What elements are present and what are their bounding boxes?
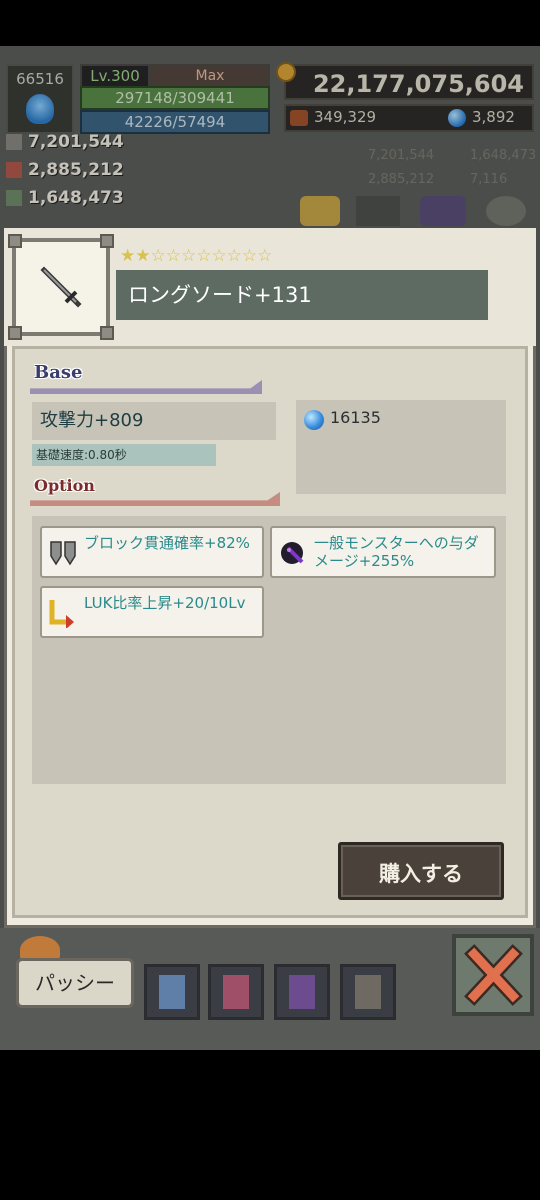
luk-arrow-icon xyxy=(48,598,78,629)
close-button[interactable] xyxy=(452,934,534,1016)
option-text: ブロック貫通確率+82% xyxy=(84,534,250,552)
item-name: ロングソード+131 xyxy=(116,270,488,320)
option-item[interactable]: ブロック貫通確率+82% xyxy=(40,526,264,578)
close-icon xyxy=(464,944,523,1006)
option-text: LUK比率上昇+20/10Lv xyxy=(84,594,246,612)
frame-corner xyxy=(100,326,114,340)
passy-button[interactable]: パッシー xyxy=(16,958,134,1008)
armor-card-icon xyxy=(355,975,381,1009)
option-section-label: Option xyxy=(34,476,95,495)
frame-corner xyxy=(8,326,22,340)
price-box xyxy=(296,400,506,494)
buy-button[interactable]: 購入する xyxy=(338,842,504,900)
star-rating: ★★☆☆☆☆☆☆☆☆ xyxy=(120,246,273,266)
option-item[interactable]: 一般モンスターへの与ダメージ+255% xyxy=(270,526,496,578)
gem-icon xyxy=(304,410,324,430)
frame-corner xyxy=(8,234,22,248)
item-icon-frame xyxy=(8,234,114,340)
shield-pierce-icon xyxy=(48,538,78,568)
skill-slot[interactable] xyxy=(144,964,200,1020)
heart-card-icon xyxy=(223,975,249,1009)
option-text: 一般モンスターへの与ダメージ+255% xyxy=(314,534,479,570)
status-bar xyxy=(0,0,540,46)
price-value: 16135 xyxy=(330,408,381,427)
skill-slot[interactable] xyxy=(208,964,264,1020)
skill-slot[interactable] xyxy=(274,964,330,1020)
attack-stat: 攻撃力+809 xyxy=(32,402,276,440)
base-section-label: Base xyxy=(34,362,83,383)
dark-monster-icon xyxy=(278,538,308,568)
sword-icon xyxy=(40,266,82,308)
navigation-area xyxy=(0,1050,540,1200)
skill-slot[interactable] xyxy=(340,964,396,1020)
magic-card-icon xyxy=(289,975,315,1009)
option-item[interactable]: LUK比率上昇+20/10Lv xyxy=(40,586,264,638)
frame-corner xyxy=(100,234,114,248)
base-speed: 基礎速度:0.80秒 xyxy=(32,444,216,466)
sword-skill-icon xyxy=(159,975,185,1009)
